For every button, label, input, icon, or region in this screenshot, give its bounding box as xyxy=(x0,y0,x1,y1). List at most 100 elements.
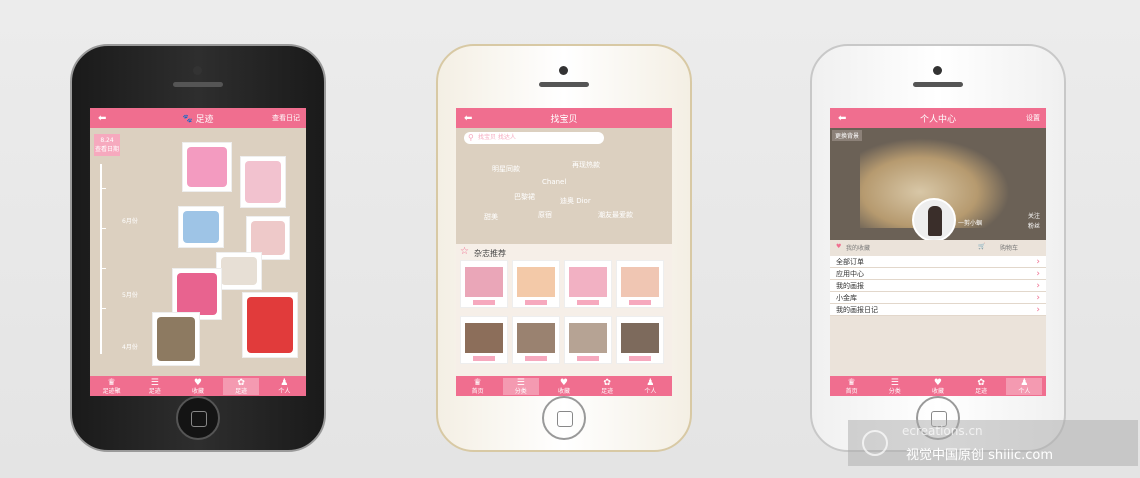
watermark-top-text: ecreations.cn xyxy=(902,424,983,438)
magazine-card[interactable] xyxy=(616,260,664,308)
date-caption: 查看日期 xyxy=(94,146,119,153)
change-background-button[interactable]: 更换背景 xyxy=(832,130,863,141)
crown-icon: ♛ xyxy=(107,377,116,388)
phone-footprint: ⬅ 🐾 足迹 查看日记 8.24 查看日期 6月份 5月份 4月份 ♛ 足迹聚 ☰… xyxy=(70,44,326,452)
timeline-tick xyxy=(100,268,106,269)
tab-home[interactable]: ♛ 首页 xyxy=(834,378,870,395)
search-input[interactable]: 找宝贝 找达人 xyxy=(464,132,604,144)
back-arrow-icon[interactable]: ⬅ xyxy=(98,113,106,124)
photo-bag[interactable] xyxy=(182,142,232,192)
list-search-icon: ☰ xyxy=(516,377,525,388)
tab-list[interactable]: ☰ 足迹 xyxy=(137,378,173,395)
date-value: 8.24 xyxy=(100,137,114,144)
month-label: 4月份 xyxy=(122,344,138,351)
back-arrow-icon[interactable]: ⬅ xyxy=(838,113,846,124)
tab-label: 首页 xyxy=(471,387,484,395)
timeline-tick xyxy=(100,308,106,309)
list-search-icon: ☰ xyxy=(890,377,899,388)
search-screen: ⬅ 找宝贝 找宝贝 找达人 ⚲ 明星同款 再现热款 Chanel 巴黎裙 迪奥 … xyxy=(456,108,672,396)
tab-label: 分类 xyxy=(514,387,527,395)
footprint-screen: ⬅ 🐾 足迹 查看日记 8.24 查看日期 6月份 5月份 4月份 ♛ 足迹聚 ☰… xyxy=(90,108,306,396)
photo-perfume[interactable] xyxy=(240,156,286,208)
menu-item-diary[interactable]: 我的画报日记 xyxy=(830,304,1046,316)
tab-footprint[interactable]: ✿ 足迹 xyxy=(223,377,260,395)
fans-link[interactable]: 粉丝 xyxy=(1028,222,1040,232)
keyword-tag[interactable]: 潮友最爱款 xyxy=(598,210,633,220)
watermark-bottom-text: 视觉中国原创 shiiic.com xyxy=(906,448,1054,463)
keyword-tag[interactable]: 迪奥 Dior xyxy=(560,196,591,206)
keyword-tag[interactable]: 明星同款 xyxy=(492,164,520,174)
tab-category[interactable]: ☰ 分类 xyxy=(877,378,913,395)
keyword-tag[interactable]: 巴黎裙 xyxy=(514,192,535,202)
magazine-card[interactable] xyxy=(460,316,508,364)
crown-icon: ♛ xyxy=(473,377,482,388)
search-icon: ⚲ xyxy=(468,133,474,142)
home-button[interactable] xyxy=(176,396,220,440)
profile-screen: ⬅ 个人中心 设置 更换背景 一剪小蝈 关注 粉丝 ♥ 我的收藏 🛒 购物车 全… xyxy=(830,108,1046,396)
magazine-card[interactable] xyxy=(460,260,508,308)
tab-home[interactable]: ♛ 足迹聚 xyxy=(94,378,130,395)
keyword-tag[interactable]: 再现热款 xyxy=(572,160,600,170)
magazine-section: 杂志推荐 xyxy=(456,244,672,376)
person-icon: ♟ xyxy=(1020,377,1029,388)
cart-link[interactable]: 购物车 xyxy=(1000,243,1018,252)
profile-menu: 全部订单 应用中心 我的画报 小金库 我的画报日记 xyxy=(830,256,1046,316)
settings-button[interactable]: 设置 xyxy=(1026,113,1040,123)
menu-item-magazine[interactable]: 我的画报 xyxy=(830,280,1046,292)
paw-icon: ✿ xyxy=(237,377,245,388)
navbar: ⬅ 找宝贝 xyxy=(456,108,672,128)
heart-icon: ♥ xyxy=(193,377,202,388)
tab-fav[interactable]: ♥ 收藏 xyxy=(920,378,956,395)
date-badge[interactable]: 8.24 查看日期 xyxy=(94,134,120,156)
magazine-card[interactable] xyxy=(564,260,612,308)
timeline-tick xyxy=(100,188,106,189)
speaker xyxy=(913,82,963,87)
magazine-card[interactable] xyxy=(616,316,664,364)
home-button[interactable] xyxy=(542,396,586,440)
navbar: ⬅ 🐾 足迹 查看日记 xyxy=(90,108,306,128)
follow-link[interactable]: 关注 xyxy=(1028,212,1040,222)
phone-search: ⬅ 找宝贝 找宝贝 找达人 ⚲ 明星同款 再现热款 Chanel 巴黎裙 迪奥 … xyxy=(436,44,692,452)
tab-profile[interactable]: ♟ 个人 xyxy=(1006,377,1043,395)
my-favorites-link[interactable]: 我的收藏 xyxy=(846,243,870,252)
tab-fav[interactable]: ♥ 收藏 xyxy=(546,378,582,395)
tab-bar: ♛ 足迹聚 ☰ 足迹 ♥ 收藏 ✿ 足迹 ♟ 个人 xyxy=(90,376,306,396)
tab-category[interactable]: ☰ 分类 xyxy=(502,377,539,395)
menu-item-wallet[interactable]: 小金库 xyxy=(830,292,1046,304)
magazine-card[interactable] xyxy=(512,260,560,308)
paw-icon: ✿ xyxy=(603,377,611,388)
photo-bow[interactable] xyxy=(216,252,262,290)
heart-icon: ♥ xyxy=(933,377,942,388)
tab-footprint[interactable]: ✿ 足迹 xyxy=(589,378,625,395)
menu-item-orders[interactable]: 全部订单 xyxy=(830,256,1046,268)
keyword-tag[interactable]: 甜美 xyxy=(484,212,498,222)
crown-icon: ♛ xyxy=(847,377,856,388)
keyword-tag[interactable]: Chanel xyxy=(542,178,566,186)
photo-toy[interactable] xyxy=(178,206,224,248)
magazine-card[interactable] xyxy=(564,316,612,364)
front-camera xyxy=(933,66,942,75)
magazine-card[interactable] xyxy=(512,316,560,364)
person-icon: ♟ xyxy=(280,377,289,388)
menu-item-apps[interactable]: 应用中心 xyxy=(830,268,1046,280)
page-title: 个人中心 xyxy=(919,114,956,125)
paw-icon: 🐾 xyxy=(182,113,193,123)
tab-profile[interactable]: ♟ 个人 xyxy=(266,378,302,395)
page-title: 足迹 xyxy=(195,114,214,125)
photo-dress[interactable] xyxy=(242,292,298,358)
tab-profile[interactable]: ♟ 个人 xyxy=(632,378,668,395)
speaker xyxy=(173,82,223,87)
tab-label: 个人 xyxy=(278,387,291,395)
view-diary-button[interactable]: 查看日记 xyxy=(272,113,300,123)
tab-label: 收藏 xyxy=(931,387,944,395)
avatar[interactable] xyxy=(912,198,956,242)
back-arrow-icon[interactable]: ⬅ xyxy=(464,113,472,124)
month-label: 6月份 xyxy=(122,218,138,225)
tab-home[interactable]: ♛ 首页 xyxy=(460,378,496,395)
tab-footprint[interactable]: ✿ 足迹 xyxy=(963,378,999,395)
keyword-tag[interactable]: 原宿 xyxy=(538,210,552,220)
user-name: 一剪小蝈 xyxy=(958,220,983,227)
photo-necklace[interactable] xyxy=(152,312,200,366)
tab-label: 个人 xyxy=(644,387,657,395)
tab-fav[interactable]: ♥ 收藏 xyxy=(180,378,216,395)
